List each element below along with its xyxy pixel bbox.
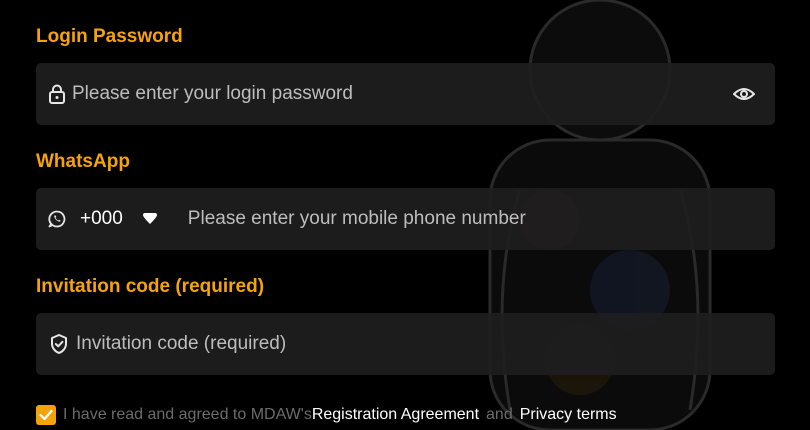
whatsapp-label: WhatsApp [36, 151, 130, 172]
lock-icon [48, 84, 66, 104]
agreement-text: I have read and agreed to MDAW's [63, 406, 312, 423]
privacy-terms-link[interactable]: Privacy terms [520, 406, 617, 424]
whatsapp-field[interactable]: +000 Please enter your mobile phone numb… [36, 188, 775, 250]
registration-agreement-link[interactable]: Registration Agreement [312, 406, 479, 424]
shield-check-icon [50, 334, 68, 354]
login-password-placeholder: Please enter your login password [72, 83, 353, 104]
caret-down-icon[interactable] [142, 213, 158, 225]
login-password-label: Login Password [36, 26, 183, 47]
invitation-code-placeholder: Invitation code (required) [76, 333, 287, 354]
eye-icon[interactable] [733, 86, 755, 102]
invitation-code-field[interactable]: Invitation code (required) [36, 313, 775, 375]
phone-number-placeholder: Please enter your mobile phone number [187, 208, 526, 229]
country-code[interactable]: +000 [80, 208, 123, 230]
login-password-field[interactable]: Please enter your login password [36, 63, 775, 125]
agreement-checkbox[interactable] [36, 405, 56, 425]
check-icon [39, 409, 53, 421]
agreement-row: I have read and agreed to MDAW's Registr… [36, 402, 617, 428]
invitation-code-label: Invitation code (required) [36, 276, 265, 297]
agreement-and-text: and [486, 406, 513, 423]
whatsapp-icon [48, 210, 66, 228]
